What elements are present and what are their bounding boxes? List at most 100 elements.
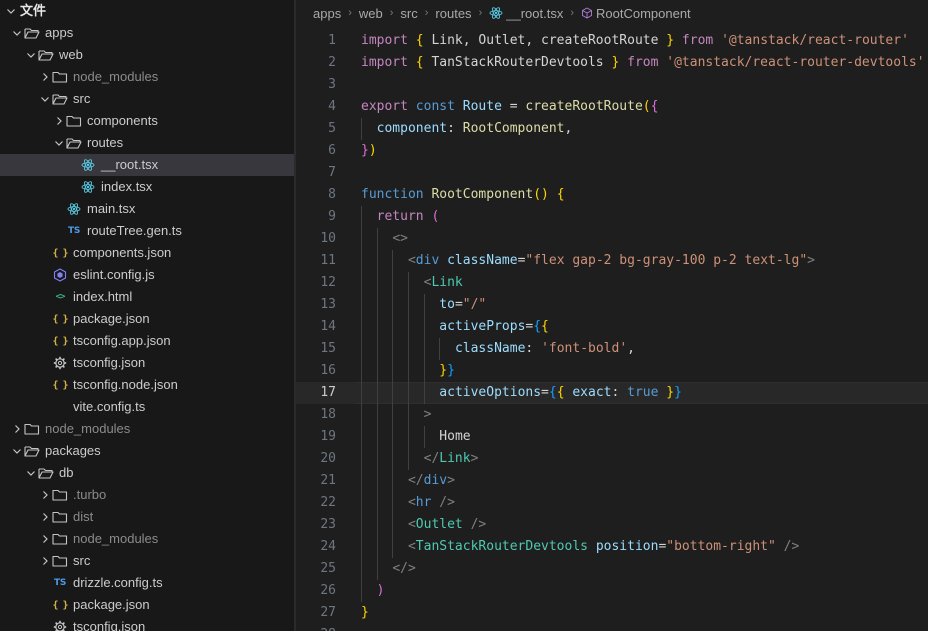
tree-file[interactable]: tsconfig.json bbox=[0, 616, 294, 631]
chevron-right-icon[interactable] bbox=[52, 110, 66, 132]
code-line[interactable]: 12 <Link bbox=[296, 272, 928, 294]
indent-guide bbox=[361, 448, 362, 470]
tree-file[interactable]: main.tsx bbox=[0, 198, 294, 220]
code-line[interactable]: 28 bbox=[296, 624, 928, 631]
tree-file[interactable]: index.tsx bbox=[0, 176, 294, 198]
tree-file[interactable]: eslint.config.js bbox=[0, 264, 294, 286]
breadcrumb-file[interactable]: __root.tsx bbox=[506, 6, 563, 21]
chevron-down-icon[interactable] bbox=[38, 88, 52, 110]
tree-file[interactable]: tsconfig.json bbox=[0, 352, 294, 374]
tree-file[interactable]: { } components.json bbox=[0, 242, 294, 264]
code-token: "bottom-right" bbox=[666, 539, 776, 554]
code-line[interactable]: 16}} bbox=[296, 360, 928, 382]
tree-item-label: components bbox=[87, 113, 158, 128]
chevron-down-icon[interactable] bbox=[10, 22, 24, 44]
code-line[interactable]: 4 export const Route = createRootRoute({ bbox=[296, 96, 928, 118]
chevron-down-icon[interactable] bbox=[10, 440, 24, 462]
code-token: } bbox=[447, 363, 455, 378]
tree-folder[interactable]: node_modules bbox=[0, 418, 294, 440]
code-line[interactable]: 9 return ( bbox=[296, 206, 928, 228]
tree-folder[interactable]: .turbo bbox=[0, 484, 294, 506]
tree-file[interactable]: { } package.json bbox=[0, 594, 294, 616]
tree-file[interactable]: <> index.html bbox=[0, 286, 294, 308]
code-line[interactable]: 19 Home bbox=[296, 426, 928, 448]
folder-icon bbox=[24, 418, 40, 440]
code-line[interactable]: 8 function RootComponent() { bbox=[296, 184, 928, 206]
tree-file[interactable]: TS drizzle.config.ts bbox=[0, 572, 294, 594]
tree-folder[interactable]: dist bbox=[0, 506, 294, 528]
tree-folder[interactable]: web bbox=[0, 44, 294, 66]
code-line[interactable]: 18 > bbox=[296, 404, 928, 426]
breadcrumb: apps › web › src › routes › __root.tsx › RootComp… bbox=[296, 0, 928, 26]
indent-guide bbox=[392, 448, 394, 470]
code-line[interactable]: 10 <> bbox=[296, 228, 928, 250]
tree-item-label: src bbox=[73, 553, 91, 568]
code-line[interactable]: 11 <div className="flex gap-2 bg-gray-100… bbox=[296, 250, 928, 272]
code-line[interactable]: 13 to="/" bbox=[296, 294, 928, 316]
tree-file[interactable]: { } package.json bbox=[0, 308, 294, 330]
tree-folder[interactable]: src bbox=[0, 550, 294, 572]
line-number: 1 bbox=[328, 33, 336, 48]
code-token: { bbox=[548, 385, 557, 400]
chevron-right-icon[interactable] bbox=[38, 528, 52, 550]
code-token: /> bbox=[439, 495, 455, 510]
code-line[interactable]: 21 </div> bbox=[296, 470, 928, 492]
code-token: createRootRoute bbox=[525, 99, 643, 114]
code-line[interactable]: 7 bbox=[296, 162, 928, 184]
tree-folder[interactable]: apps bbox=[0, 22, 294, 44]
chevron-down-icon[interactable] bbox=[52, 132, 66, 154]
indent-guide bbox=[361, 580, 362, 602]
chevron-right-icon[interactable] bbox=[38, 66, 52, 88]
code-line[interactable]: 27} bbox=[296, 602, 928, 624]
chevron-down-icon[interactable] bbox=[24, 44, 38, 66]
folder-open-icon bbox=[66, 132, 82, 154]
tree-file[interactable]: { } tsconfig.node.json bbox=[0, 374, 294, 396]
code-line[interactable]: 5 component: RootComponent, bbox=[296, 118, 928, 140]
tree-folder[interactable]: node_modules bbox=[0, 66, 294, 88]
code-line[interactable]: 20 </Link> bbox=[296, 448, 928, 470]
tree-file[interactable]: TS routeTree.gen.ts bbox=[0, 220, 294, 242]
line-number: 14 bbox=[320, 319, 336, 334]
code-line[interactable]: 25 </> bbox=[296, 558, 928, 580]
gear-icon bbox=[52, 616, 68, 631]
explorer-header[interactable]: 文件 bbox=[0, 0, 294, 22]
chevron-right-icon[interactable] bbox=[38, 506, 52, 528]
code-line[interactable]: 14 activeProps={{ bbox=[296, 316, 928, 338]
folder-open-icon bbox=[38, 44, 54, 66]
line-number: 5 bbox=[328, 121, 336, 136]
indent-guide bbox=[423, 338, 425, 360]
chevron-right-icon[interactable] bbox=[38, 484, 52, 506]
code-line[interactable]: 2 import { TanStackRouterDevtools } from … bbox=[296, 52, 928, 74]
breadcrumb-item[interactable]: routes bbox=[435, 6, 471, 21]
code-line[interactable]: 15 className: 'font-bold', bbox=[296, 338, 928, 360]
breadcrumb-item[interactable]: web bbox=[359, 6, 383, 21]
tree-file[interactable]: { } tsconfig.app.json bbox=[0, 330, 294, 352]
tree-folder[interactable]: components bbox=[0, 110, 294, 132]
code-line[interactable]: 22 <hr /> bbox=[296, 492, 928, 514]
breadcrumb-symbol[interactable]: RootComponent bbox=[596, 6, 691, 21]
tree-folder[interactable]: node_modules bbox=[0, 528, 294, 550]
chevron-right-icon[interactable] bbox=[38, 550, 52, 572]
tree-folder[interactable]: packages bbox=[0, 440, 294, 462]
chevron-down-icon[interactable] bbox=[24, 462, 38, 484]
code-editor[interactable]: apps › web › src › routes › __root.tsx › RootComp… bbox=[296, 0, 928, 631]
tree-file[interactable]: vite.config.ts bbox=[0, 396, 294, 418]
indent-guide bbox=[376, 536, 378, 558]
code-line[interactable]: 24 <TanStackRouterDevtools position="bott… bbox=[296, 536, 928, 558]
code-token: } bbox=[439, 363, 448, 378]
breadcrumb-item[interactable]: src bbox=[400, 6, 417, 21]
breadcrumb-item[interactable]: apps bbox=[313, 6, 341, 21]
code-line[interactable]: 26) bbox=[296, 580, 928, 602]
code-line[interactable]: 23 <Outlet /> bbox=[296, 514, 928, 536]
code-token: const bbox=[415, 99, 455, 114]
code-line[interactable]: 1 import { Link, Outlet, createRootRoute … bbox=[296, 30, 928, 52]
tree-file[interactable]: __root.tsx bbox=[0, 154, 294, 176]
tree-folder[interactable]: src bbox=[0, 88, 294, 110]
indent-guide bbox=[361, 338, 362, 360]
tree-folder[interactable]: routes bbox=[0, 132, 294, 154]
code-line[interactable]: 17 activeOptions={{ exact: true }} bbox=[296, 382, 928, 404]
code-line[interactable]: 6}) bbox=[296, 140, 928, 162]
chevron-right-icon[interactable] bbox=[10, 418, 24, 440]
code-line[interactable]: 3 bbox=[296, 74, 928, 96]
tree-folder[interactable]: db bbox=[0, 462, 294, 484]
